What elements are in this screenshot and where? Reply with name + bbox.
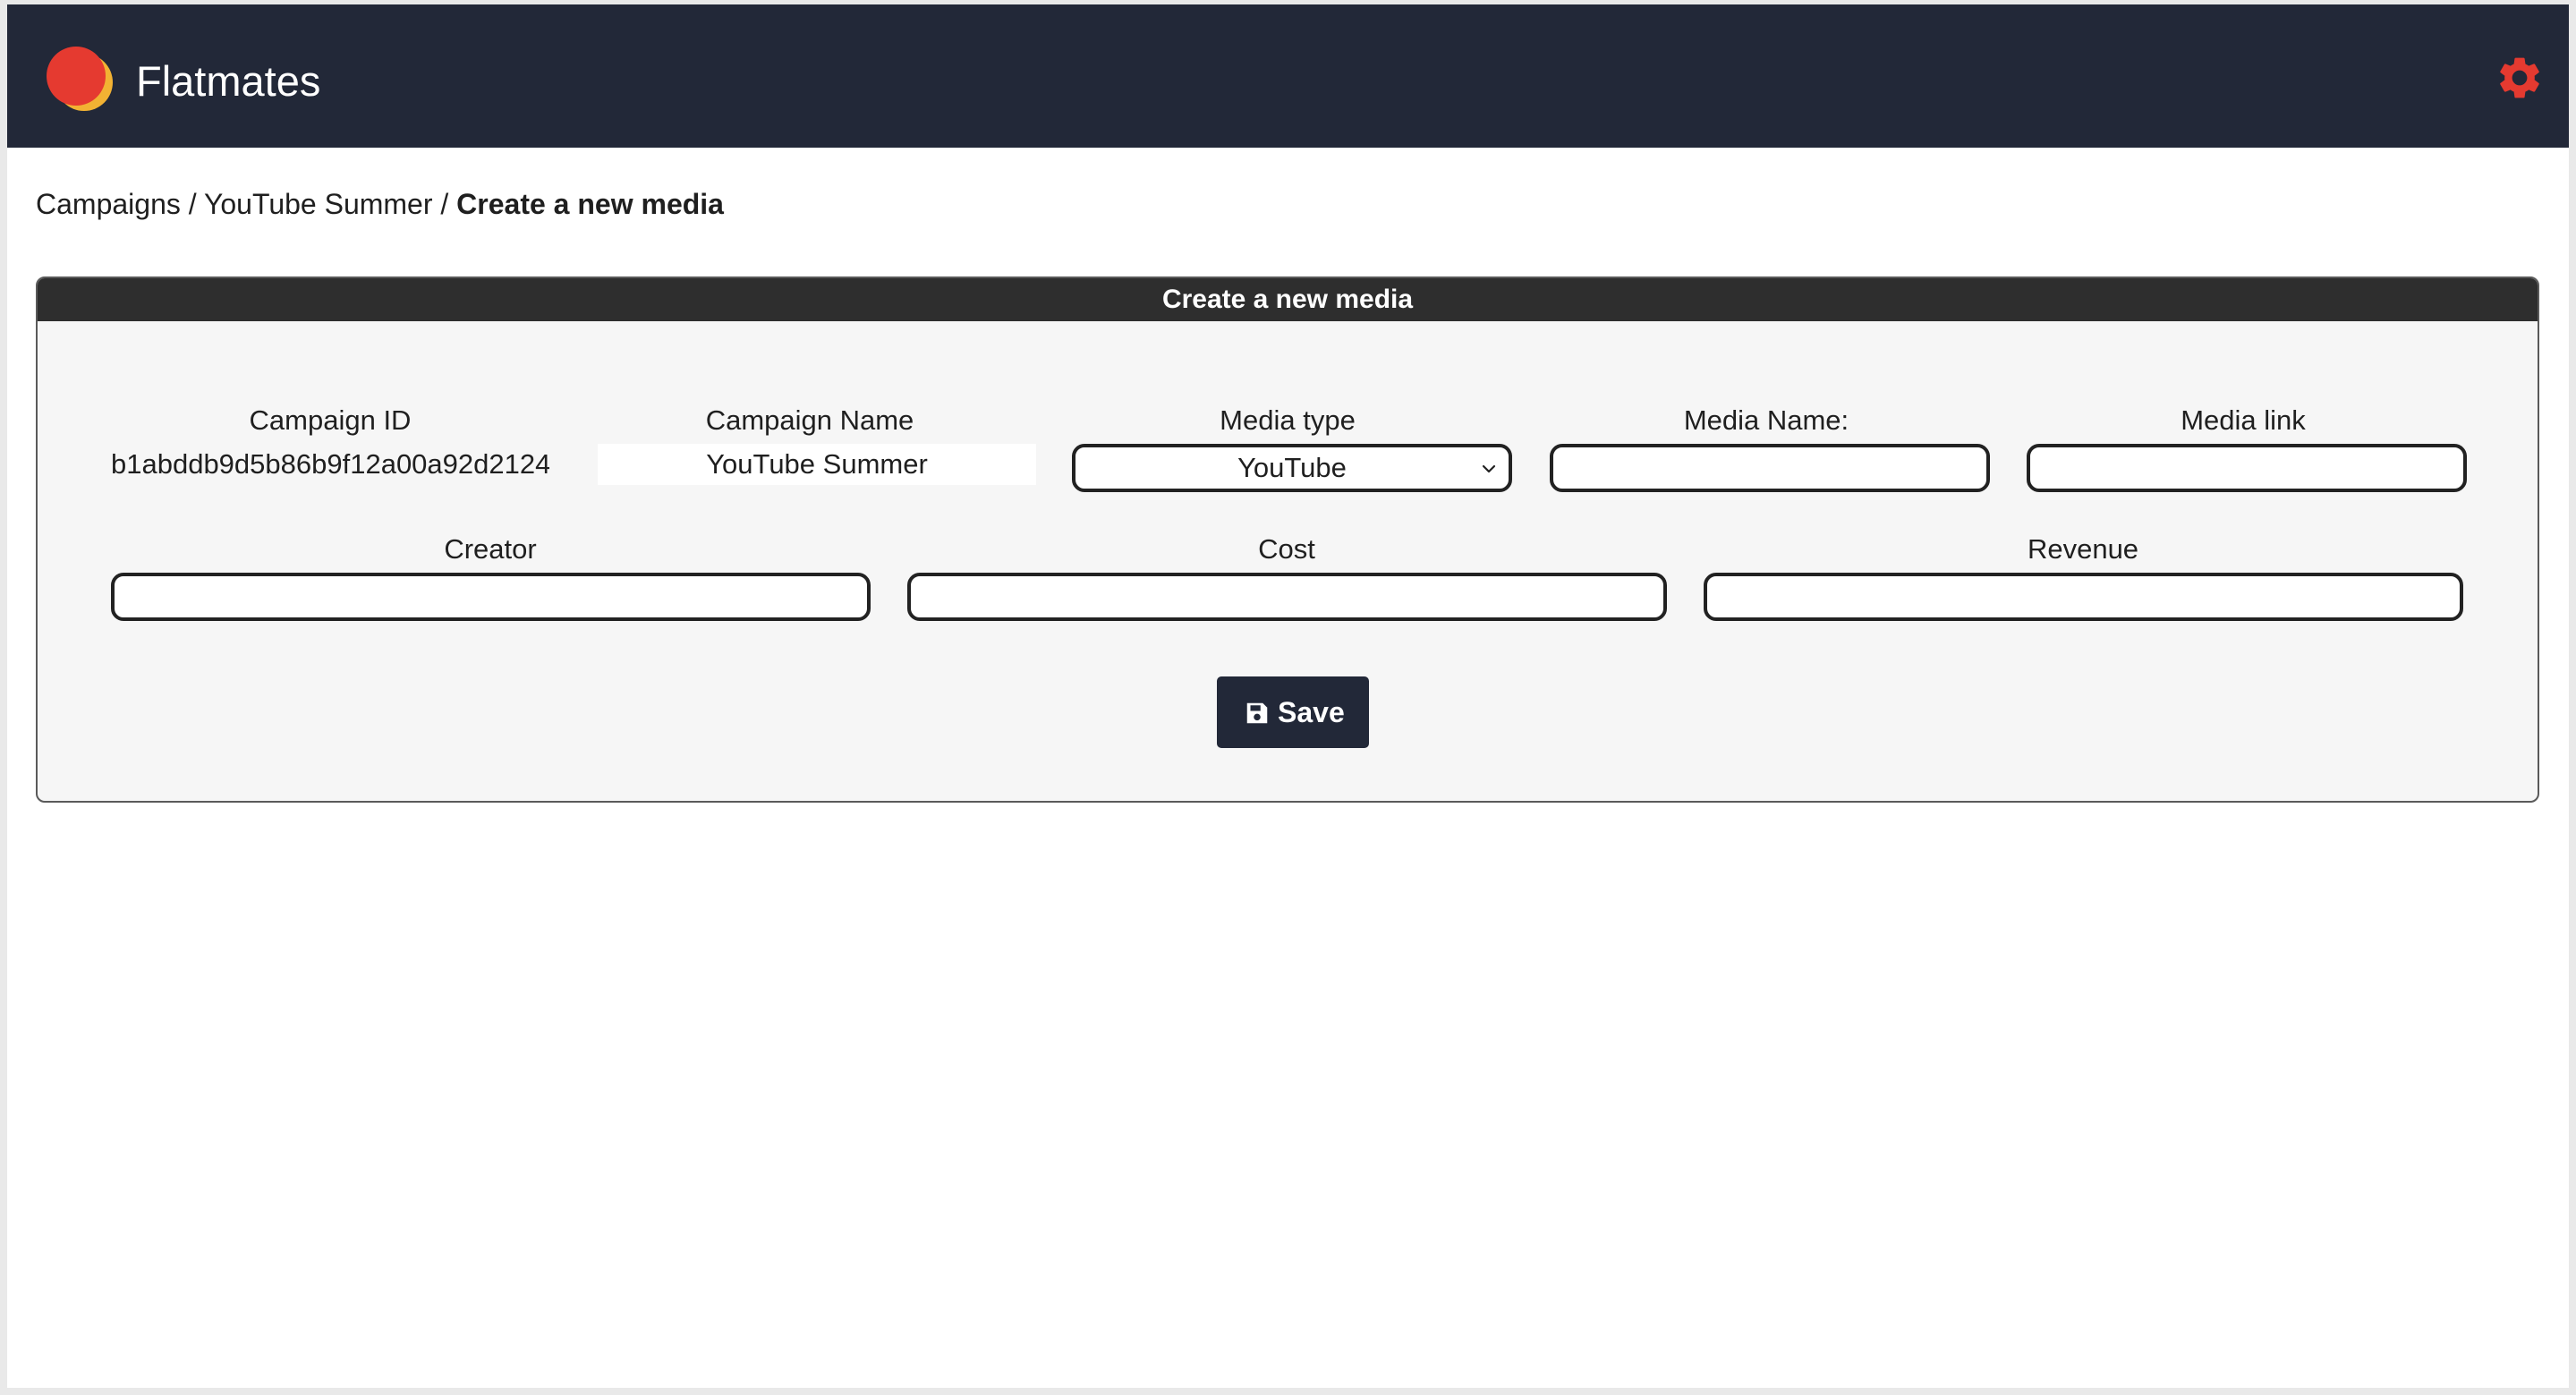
media-link-label: Media link — [2181, 404, 2306, 436]
campaign-name-label: Campaign Name — [705, 404, 914, 436]
media-type-select[interactable]: YouTube — [1072, 444, 1512, 492]
card-title: Create a new media — [38, 278, 2538, 321]
breadcrumb-current: Create a new media — [456, 188, 724, 220]
save-button-label: Save — [1278, 696, 1345, 728]
breadcrumb: Campaigns / YouTube Summer / Create a ne… — [36, 186, 724, 222]
creator-input[interactable] — [111, 573, 871, 621]
gear-icon[interactable] — [2495, 53, 2545, 103]
cost-label: Cost — [1258, 533, 1315, 565]
media-type-label: Media type — [1220, 404, 1356, 436]
logo — [47, 47, 113, 113]
media-link-input[interactable] — [2027, 444, 2467, 492]
save-button[interactable]: Save — [1217, 676, 1369, 748]
campaign-id-label: Campaign ID — [249, 404, 412, 436]
creator-label: Creator — [444, 533, 537, 565]
app-window: Flatmates Campaigns / YouTube Summer / C… — [7, 4, 2569, 1388]
breadcrumb-campaigns[interactable]: Campaigns — [36, 188, 181, 220]
top-navbar: Flatmates — [7, 4, 2569, 148]
revenue-input[interactable] — [1704, 573, 2463, 621]
create-media-card: Create a new media Campaign ID Campaign … — [36, 276, 2539, 803]
campaign-id-value: b1abddb9d5b86b9f12a00a92d2124 — [111, 448, 549, 480]
revenue-label: Revenue — [2027, 533, 2139, 565]
media-name-input[interactable] — [1550, 444, 1990, 492]
floppy-disk-icon — [1246, 702, 1268, 724]
breadcrumb-campaign[interactable]: YouTube Summer — [204, 188, 433, 220]
breadcrumb-separator: / — [440, 188, 449, 220]
media-name-label: Media Name: — [1683, 404, 1849, 436]
campaign-name-value: YouTube Summer — [598, 444, 1036, 485]
cost-input[interactable] — [907, 573, 1667, 621]
breadcrumb-separator: / — [188, 188, 197, 220]
app-title: Flatmates — [136, 57, 321, 105]
chevron-down-icon — [1482, 464, 1496, 473]
media-type-selected: YouTube — [1237, 452, 1347, 483]
